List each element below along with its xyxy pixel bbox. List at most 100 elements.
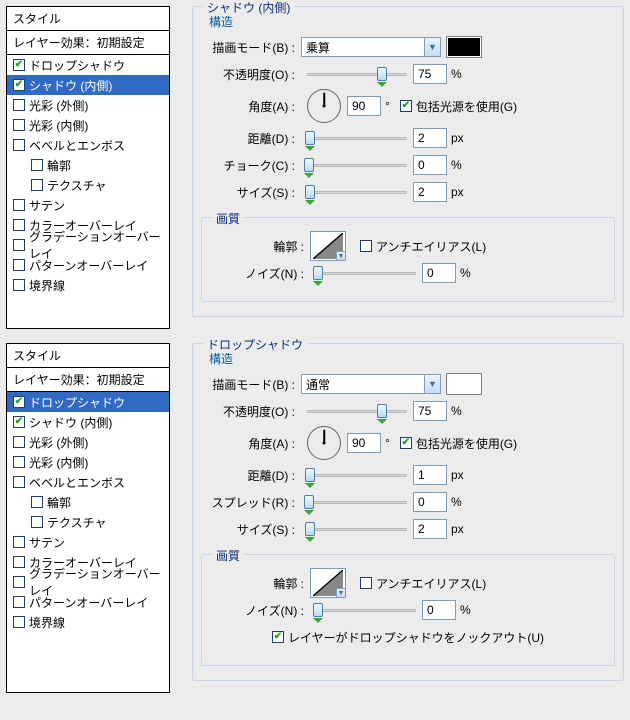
style-checkbox[interactable] [13,219,25,231]
global-light-checkbox[interactable]: 包括光源を使用(G) [400,98,517,115]
knockout-checkbox[interactable]: レイヤーがドロップシャドウをノックアウト(U) [272,629,544,646]
opacity-value[interactable]: 75 [413,401,447,421]
choke-label: チョーク(C) : [205,157,301,174]
contour-picker[interactable]: ▼ [310,568,346,598]
styles-header[interactable]: レイヤー効果：初期設定 [7,31,169,55]
blend-color-swatch[interactable] [447,374,481,394]
distance-slider[interactable] [307,129,407,147]
choke-slider[interactable] [307,156,407,174]
style-item[interactable]: 輪郭 [7,155,169,175]
angle-dial[interactable] [307,426,341,460]
style-checkbox[interactable] [13,536,25,548]
style-item[interactable]: ベベルとエンボス [7,135,169,155]
style-item[interactable]: ドロップシャドウ [7,392,169,412]
styles-header[interactable]: レイヤー効果：初期設定 [7,368,169,392]
antialias-checkbox[interactable]: アンチエイリアス(L) [360,575,486,592]
style-checkbox[interactable] [13,476,25,488]
angle-value[interactable]: 90 [347,433,381,453]
style-checkbox[interactable] [31,516,43,528]
blend-color-swatch[interactable] [447,37,481,57]
group-title: ドロップシャドウ [203,336,307,353]
style-item[interactable]: 輪郭 [7,492,169,512]
blend-mode-label: 描画モード(B) : [205,39,301,56]
contour-label: 輪郭 : [214,575,310,592]
style-item[interactable]: パターンオーバーレイ [7,255,169,275]
noise-value[interactable]: 0 [422,600,456,620]
style-item-label: サテン [29,534,65,551]
distance-value[interactable]: 1 [413,465,447,485]
distance-slider[interactable] [307,466,407,484]
style-checkbox[interactable] [13,576,25,588]
style-item[interactable]: サテン [7,195,169,215]
style-checkbox[interactable] [13,99,25,111]
global-light-checkbox[interactable]: 包括光源を使用(G) [400,435,517,452]
blend-mode-label: 描画モード(B) : [205,376,301,393]
style-checkbox[interactable] [13,396,25,408]
style-item[interactable]: テクスチャ [7,175,169,195]
distance-value[interactable]: 2 [413,128,447,148]
chevron-down-icon: ▼ [336,588,346,598]
style-checkbox[interactable] [13,79,25,91]
opacity-slider[interactable] [307,402,407,420]
style-checkbox[interactable] [13,416,25,428]
style-checkbox[interactable] [13,239,25,251]
style-item-label: テクスチャ [47,514,107,531]
distance-label: 距離(D) : [205,130,301,147]
style-item[interactable]: シャドウ (内側) [7,75,169,95]
style-checkbox[interactable] [13,139,25,151]
style-item[interactable]: ドロップシャドウ [7,55,169,75]
style-item[interactable]: サテン [7,532,169,552]
noise-slider[interactable] [316,601,416,619]
style-item[interactable]: テクスチャ [7,512,169,532]
style-checkbox[interactable] [13,456,25,468]
opacity-slider[interactable] [307,65,407,83]
style-checkbox[interactable] [13,556,25,568]
style-item[interactable]: グラデーションオーバーレイ [7,572,169,592]
blend-mode-combo[interactable]: 乗算 ▼ [301,37,441,57]
style-checkbox[interactable] [13,616,25,628]
angle-value[interactable]: 90 [347,96,381,116]
style-item[interactable]: 光彩 (外側) [7,432,169,452]
blend-mode-combo[interactable]: 通常 ▼ [301,374,441,394]
size-value[interactable]: 2 [413,182,447,202]
spread-value[interactable]: 0 [413,492,447,512]
noise-slider[interactable] [316,264,416,282]
style-checkbox[interactable] [13,596,25,608]
style-checkbox[interactable] [13,59,25,71]
opacity-value[interactable]: 75 [413,64,447,84]
style-checkbox[interactable] [13,279,25,291]
style-item[interactable]: 光彩 (外側) [7,95,169,115]
contour-picker[interactable]: ▼ [310,231,346,261]
noise-value[interactable]: 0 [422,263,456,283]
inner-shadow-group: シャドウ (内側) 構造 描画モード(B) : 乗算 ▼ 不透明度(O) : 7… [192,6,624,317]
style-item[interactable]: シャドウ (内側) [7,412,169,432]
style-item-label: パターンオーバーレイ [29,594,148,611]
style-item[interactable]: グラデーションオーバーレイ [7,235,169,255]
style-item[interactable]: ベベルとエンボス [7,472,169,492]
antialias-checkbox[interactable]: アンチエイリアス(L) [360,238,486,255]
choke-value[interactable]: 0 [413,155,447,175]
size-value[interactable]: 2 [413,519,447,539]
style-item[interactable]: パターンオーバーレイ [7,592,169,612]
style-checkbox[interactable] [31,159,43,171]
spread-slider[interactable] [307,493,407,511]
chevron-down-icon: ▼ [424,375,440,393]
style-item[interactable]: 光彩 (内側) [7,115,169,135]
style-checkbox[interactable] [13,119,25,131]
styles-title: スタイル [7,344,169,368]
styles-list-panel: スタイル レイヤー効果：初期設定 ドロップシャドウシャドウ (内側)光彩 (外側… [6,343,170,693]
style-checkbox[interactable] [31,179,43,191]
style-checkbox[interactable] [13,199,25,211]
style-checkbox[interactable] [13,259,25,271]
size-label: サイズ(S) : [205,184,301,201]
size-slider[interactable] [307,183,407,201]
style-checkbox[interactable] [13,436,25,448]
style-item[interactable]: 境界線 [7,612,169,632]
size-slider[interactable] [307,520,407,538]
style-item[interactable]: 光彩 (内側) [7,452,169,472]
style-item[interactable]: 境界線 [7,275,169,295]
style-item-label: 輪郭 [47,157,71,174]
noise-label: ノイズ(N) : [214,602,310,619]
angle-dial[interactable] [307,89,341,123]
style-checkbox[interactable] [31,496,43,508]
